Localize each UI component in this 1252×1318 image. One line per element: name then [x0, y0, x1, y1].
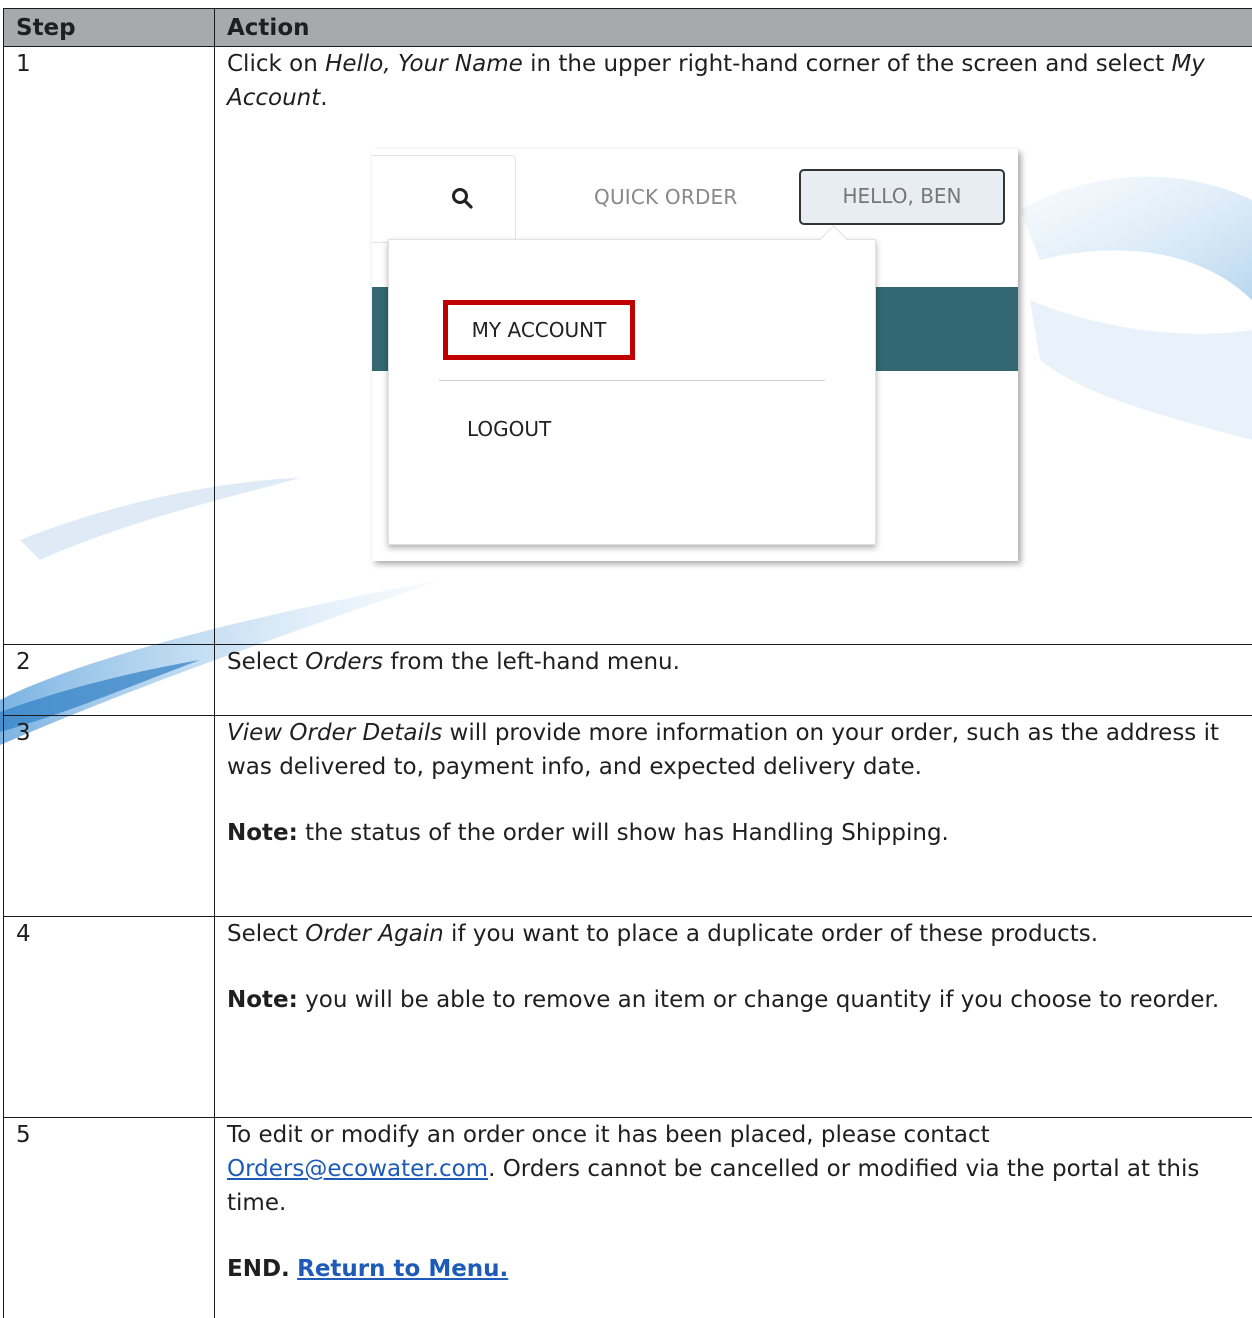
end-label: END. — [227, 1256, 290, 1282]
step-number: 5 — [4, 1118, 215, 1318]
instruction-text: Click on — [227, 51, 325, 77]
table-row: 3 View Order Details will provide more i… — [4, 716, 1252, 917]
note-label: Note: — [227, 820, 298, 846]
instruction-emphasis: Orders — [305, 649, 383, 675]
instruction-emphasis: View Order Details — [227, 720, 442, 746]
step-number: 4 — [4, 917, 215, 1118]
orders-email-link[interactable]: Orders@ecowater.com — [227, 1156, 488, 1182]
note-text: you will be able to remove an item or ch… — [298, 987, 1219, 1013]
my-account-menu-item[interactable]: MY ACCOUNT — [443, 300, 635, 360]
step-action: View Order Details will provide more inf… — [215, 716, 1252, 917]
instruction-text: from the left-hand menu. — [383, 649, 680, 675]
search-icon[interactable] — [450, 186, 474, 210]
instruction-emphasis: Order Again — [305, 921, 443, 947]
step-action: Select Orders from the left-hand menu. — [215, 645, 1252, 716]
step-instruction: Select Order Again if you want to place … — [227, 917, 1240, 951]
instruction-text: if you want to place a duplicate order o… — [444, 921, 1098, 947]
step-column-header: Step — [4, 9, 215, 47]
step-note: Note: the status of the order will show … — [227, 816, 1240, 850]
step-instruction: Select Orders from the left-hand menu. — [227, 645, 1240, 679]
step-action: To edit or modify an order once it has b… — [215, 1118, 1252, 1318]
instruction-text: in the upper right-hand corner of the sc… — [523, 51, 1172, 77]
steps-table: Step Action 1 Click on Hello, Your Name … — [3, 8, 1252, 1318]
table-row: 2 Select Orders from the left-hand menu. — [4, 645, 1252, 716]
logout-menu-item[interactable]: LOGOUT — [467, 416, 551, 442]
table-header-row: Step Action — [4, 9, 1252, 47]
quick-order-link[interactable]: QUICK ORDER — [594, 185, 738, 209]
hello-user-button[interactable]: HELLO, BEN — [799, 169, 1005, 225]
instruction-text: To edit or modify an order once it has b… — [227, 1122, 990, 1148]
instruction-emphasis: Hello, Your Name — [325, 51, 523, 77]
table-row: 1 Click on Hello, Your Name in the upper… — [4, 47, 1252, 645]
step-instruction: Click on Hello, Your Name in the upper r… — [227, 47, 1240, 115]
step-instruction: View Order Details will provide more inf… — [227, 716, 1240, 784]
instruction-text: Select — [227, 921, 305, 947]
search-box[interactable] — [372, 155, 516, 243]
step-action: Click on Hello, Your Name in the upper r… — [215, 47, 1252, 645]
note-label: Note: — [227, 987, 298, 1013]
instruction-text: . — [320, 85, 327, 111]
note-text: the status of the order will show has Ha… — [298, 820, 949, 846]
action-column-header: Action — [215, 9, 1252, 47]
return-to-menu-link[interactable]: Return to Menu. — [297, 1256, 508, 1282]
table-row: 5 To edit or modify an order once it has… — [4, 1118, 1252, 1318]
instruction-text: Select — [227, 649, 305, 675]
step-number: 2 — [4, 645, 215, 716]
menu-divider — [439, 380, 825, 381]
step-end: END. Return to Menu. — [227, 1252, 1240, 1286]
step-instruction: To edit or modify an order once it has b… — [227, 1118, 1240, 1220]
step-number: 1 — [4, 47, 215, 645]
step-number: 3 — [4, 716, 215, 917]
account-dropdown-menu: MY ACCOUNT LOGOUT — [388, 239, 876, 545]
step-action: Select Order Again if you want to place … — [215, 917, 1252, 1118]
table-row: 4 Select Order Again if you want to plac… — [4, 917, 1252, 1118]
step-note: Note: you will be able to remove an item… — [227, 983, 1240, 1017]
account-menu-screenshot: QUICK ORDER HELLO, BEN MY ACCOUNT LOGOUT — [372, 149, 1032, 589]
